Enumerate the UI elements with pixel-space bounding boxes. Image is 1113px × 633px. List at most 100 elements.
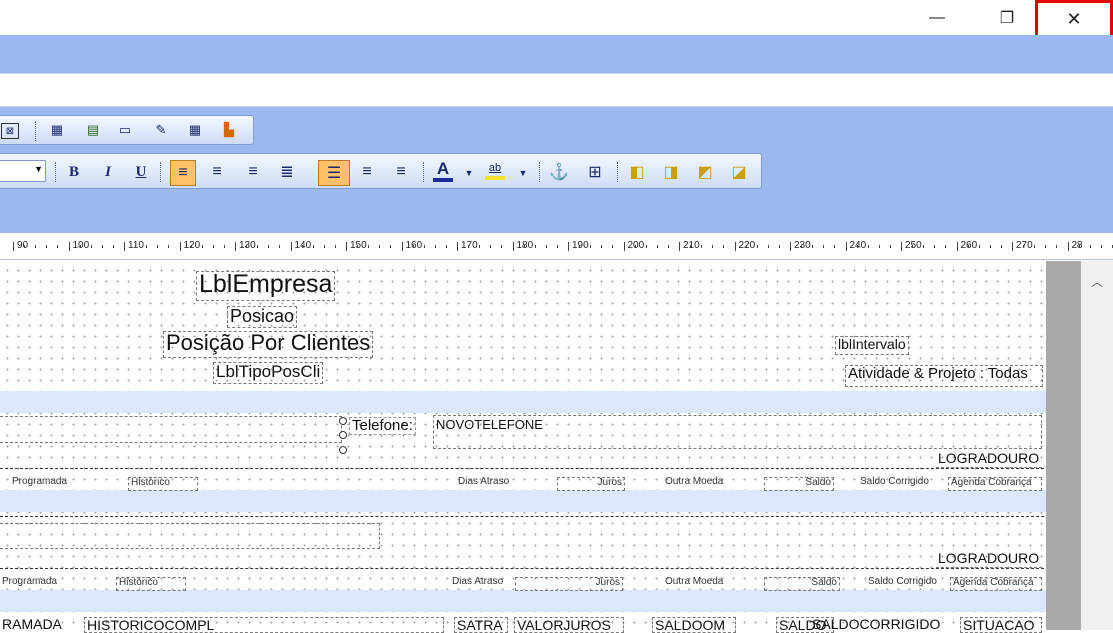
report-design-canvas[interactable]: LblEmpresa Posicao Posição Por Clientes … (0, 261, 1046, 633)
col-saldo[interactable]: Saldo (764, 477, 834, 491)
col-historico[interactable]: Histórico (128, 477, 198, 491)
image-icon[interactable]: ▭ (115, 120, 135, 140)
bring-front-icon[interactable]: ◧ (627, 162, 647, 182)
phone-label[interactable]: Telefone: (349, 417, 416, 435)
phone-value-field[interactable]: NOVOTELEFONE (433, 415, 1042, 449)
align-center-icon[interactable]: ≡ (207, 162, 227, 182)
activity-label[interactable]: Atividade & Projeto : Todas (845, 365, 1043, 387)
ruler-minor-tick (1089, 245, 1091, 248)
ruler-minor-tick (334, 245, 336, 248)
ruler-minor-tick (257, 245, 259, 248)
client-name-field-2[interactable] (0, 523, 380, 549)
font-size-select[interactable]: ▼ (0, 160, 46, 182)
scroll-up-icon[interactable]: ︿ (1081, 266, 1113, 296)
underline-button[interactable]: U (131, 162, 151, 182)
resize-handle[interactable] (339, 446, 347, 454)
send-back-icon[interactable]: ◨ (661, 162, 681, 182)
ruler-tick (734, 242, 736, 251)
ruler-tick (679, 242, 680, 251)
col-dias-atraso-2[interactable]: Dias Atraso (450, 577, 514, 591)
align-top-icon[interactable]: ☰ (318, 160, 350, 186)
ruler-tick (623, 242, 625, 251)
detail-valorjuros[interactable]: VALORJUROS (514, 617, 624, 633)
ruler-minor-tick (756, 245, 758, 248)
chevron-down-icon[interactable]: ▼ (459, 163, 479, 183)
detail-situacao[interactable]: SITUACAO (960, 617, 1042, 633)
table-delete-icon[interactable]: ⊠ (1, 123, 19, 139)
ruler-minor-tick (1056, 245, 1058, 248)
align-bottom-icon[interactable]: ≡ (391, 162, 411, 182)
col-programada[interactable]: Programada (10, 477, 76, 491)
col-outra-moeda[interactable]: Outra Moeda (663, 477, 731, 491)
format-toolbar: ▼ B I U ≡ ≡ ≡ ≣ ☰ ≡ ≡ A ▼ ab ▼ ⚓ ⊞ ◧ ◨ ◩… (0, 153, 762, 189)
ruler-label: 190 (572, 240, 589, 251)
address-field-2[interactable]: LOGRADOURO (936, 551, 1042, 568)
ruler-minor-tick (745, 245, 747, 248)
align-justify-icon[interactable]: ≣ (277, 162, 297, 182)
detail-programada[interactable]: RAMADA (0, 617, 68, 633)
send-backward-icon[interactable]: ◪ (729, 162, 749, 182)
col-saldo-2[interactable]: Saldo (764, 577, 840, 591)
ruler-label: 230 (794, 240, 811, 251)
ruler-minor-tick (867, 245, 869, 248)
address-field[interactable] (0, 73, 1113, 107)
ruler-minor-tick (1000, 245, 1002, 248)
col-agenda-cobranca-2[interactable]: Agenda Cobrança (950, 577, 1042, 591)
address-field-1[interactable]: LOGRADOURO (936, 451, 1042, 468)
ruler-label: 200 (627, 240, 645, 251)
col-saldo-corrigido[interactable]: Saldo Corrigido (858, 477, 942, 491)
ruler-minor-tick (434, 245, 436, 248)
detail-saldoom[interactable]: SALDOOM (652, 617, 736, 633)
align-right-icon[interactable]: ≡ (243, 162, 263, 182)
chart-icon[interactable]: ▙ (219, 120, 239, 140)
toolbar-separator (35, 121, 38, 141)
resize-handle[interactable] (339, 417, 347, 425)
col-programada-2[interactable]: Programada (0, 577, 66, 591)
ruler-tick (68, 242, 70, 251)
italic-button[interactable]: I (98, 162, 118, 182)
ruler-minor-tick (1023, 245, 1025, 248)
ruler-label: 160 (405, 240, 423, 251)
ruler-minor-tick (1100, 245, 1102, 248)
col-outra-moeda-2[interactable]: Outra Moeda (663, 577, 731, 591)
detail-satra[interactable]: SATRA (454, 617, 508, 633)
insert-toolbar: ⊠ ▦ ▤ ▭ ✎ ▦ ▙ (0, 115, 254, 145)
col-juros[interactable]: Juros (557, 477, 625, 491)
resize-handle[interactable] (339, 431, 347, 439)
interval-label[interactable]: lblIntervalo (835, 336, 909, 355)
detail-historico[interactable]: HISTORICOCOMPL (84, 617, 444, 633)
ruler-minor-tick (301, 245, 303, 248)
pen-icon[interactable]: ✎ (151, 120, 171, 140)
ruler-tick (457, 242, 458, 251)
position-label[interactable]: Posicao (227, 306, 298, 328)
horizontal-ruler: 9010011012013014015016017018019020021022… (0, 233, 1113, 260)
col-dias-atraso[interactable]: Dias Atraso (456, 477, 520, 491)
company-label[interactable]: LblEmpresa (196, 271, 336, 301)
border-icon[interactable]: ⊞ (585, 162, 605, 182)
grid-icon[interactable]: ▦ (185, 120, 205, 140)
col-saldo-corrigido-2[interactable]: Saldo Corrigido (866, 577, 950, 591)
highlight-icon[interactable]: ab (485, 160, 505, 180)
report-title-label[interactable]: Posição Por Clientes (163, 331, 374, 358)
ruler-minor-tick (534, 245, 536, 248)
client-name-field[interactable] (0, 416, 342, 443)
document-icon[interactable]: ▤ (83, 120, 103, 140)
vertical-scrollbar[interactable] (1081, 261, 1113, 630)
restore-button[interactable]: ❐ (984, 0, 1030, 35)
align-middle-icon[interactable]: ≡ (357, 162, 377, 182)
pos-type-label[interactable]: LblTipoPosCli (213, 362, 324, 384)
chevron-down-icon[interactable]: ▼ (513, 163, 533, 183)
close-button[interactable]: ✕ (1035, 0, 1113, 38)
bold-button[interactable]: B (64, 162, 84, 182)
align-left-icon[interactable]: ≡ (170, 160, 196, 186)
minimize-button[interactable]: — (914, 0, 960, 35)
bring-forward-icon[interactable]: ◩ (695, 162, 715, 182)
col-historico-2[interactable]: Histórico (116, 577, 186, 591)
col-juros-2[interactable]: Juros (515, 577, 623, 591)
calculator-icon[interactable]: ▦ (47, 120, 67, 140)
col-agenda-cobranca[interactable]: Agenda Cobrança (948, 477, 1042, 491)
ruler-minor-tick (90, 245, 92, 248)
detail-saldocorrigido[interactable]: SALDOCORRIGIDO (810, 617, 960, 633)
anchor-icon[interactable]: ⚓ (549, 162, 569, 182)
font-color-icon[interactable]: A (433, 159, 453, 182)
